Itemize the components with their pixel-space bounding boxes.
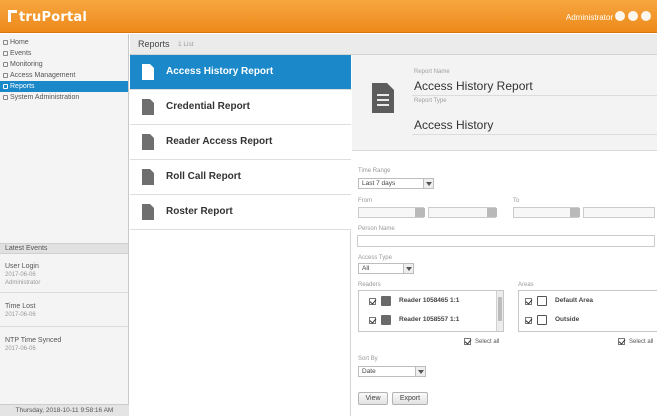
event-item[interactable]: Time Lost 2017-06-06 xyxy=(5,303,36,319)
select-all-readers-label: Select all xyxy=(475,339,500,345)
sidebar-item-reports[interactable]: Reports xyxy=(0,81,128,92)
header-icons xyxy=(615,11,651,21)
report-document-icon xyxy=(372,83,394,113)
access-type-label: Access Type xyxy=(358,255,392,261)
document-icon xyxy=(142,134,154,150)
events-icon xyxy=(3,51,8,56)
view-button[interactable]: View xyxy=(358,392,388,405)
list-item[interactable]: Default Area xyxy=(519,293,657,309)
document-icon xyxy=(142,99,154,115)
sidebar-item-home[interactable]: Home xyxy=(0,37,128,48)
calendar-icon[interactable] xyxy=(570,208,580,217)
reader-checkbox[interactable] xyxy=(369,317,376,324)
event-divider xyxy=(0,326,128,327)
access-type-select[interactable]: All xyxy=(358,263,414,274)
area-icon xyxy=(537,315,547,325)
time-range-select[interactable]: Last 7 days xyxy=(358,178,434,189)
home-icon xyxy=(3,40,8,45)
event-divider xyxy=(0,292,128,293)
area-checkbox[interactable] xyxy=(525,298,532,305)
page-subtitle: 1 List xyxy=(178,41,194,48)
reader-icon xyxy=(381,296,391,306)
status-timestamp: Thursday, 2018-10-11 9:58:16 AM xyxy=(0,404,129,416)
sidebar: Home Events Monitoring Access Management… xyxy=(0,34,129,416)
readers-list: Reader 1058465 1:1 Reader 1058557 1:1 xyxy=(358,290,504,332)
list-item[interactable]: Reader 1058465 1:1 xyxy=(359,293,503,309)
select-all-areas-checkbox[interactable] xyxy=(618,338,625,345)
chevron-down-icon xyxy=(415,367,425,376)
clock-icon[interactable] xyxy=(487,208,497,217)
areas-label: Areas xyxy=(518,282,534,288)
report-item-reader-access[interactable]: Reader Access Report xyxy=(130,125,351,160)
sidebar-item-system-administration[interactable]: System Administration xyxy=(0,92,128,103)
list-item[interactable]: Reader 1058557 1:1 xyxy=(359,312,503,328)
from-label: From xyxy=(358,198,372,204)
current-user[interactable]: Administrator xyxy=(566,13,613,22)
report-type-label: Report Type xyxy=(414,98,447,104)
to-label: To xyxy=(513,198,520,204)
document-icon xyxy=(142,64,154,80)
reports-toolbar: Reports 1 List xyxy=(130,34,657,55)
readers-scrollbar[interactable] xyxy=(496,291,503,331)
export-button[interactable]: Export xyxy=(392,392,428,405)
event-item[interactable]: NTP Time Synced 2017-06-06 xyxy=(5,337,61,353)
document-icon xyxy=(142,204,154,220)
calendar-icon[interactable] xyxy=(415,208,425,217)
system-icon xyxy=(3,95,8,100)
to-time-input[interactable] xyxy=(583,207,655,218)
chevron-down-icon xyxy=(423,179,433,188)
app-header: truPortal Administrator xyxy=(0,0,657,33)
list-item[interactable]: Outside xyxy=(519,312,657,328)
reports-icon xyxy=(3,84,8,89)
report-type-value: Access History xyxy=(414,118,494,132)
report-name-label: Report Name xyxy=(414,69,450,75)
access-icon xyxy=(3,73,8,78)
event-item[interactable]: User Login 2017-06-06 Administrator xyxy=(5,263,40,287)
person-name-input[interactable] xyxy=(357,235,655,247)
area-checkbox[interactable] xyxy=(525,317,532,324)
sidebar-nav: Home Events Monitoring Access Management… xyxy=(0,34,128,103)
report-item-roster[interactable]: Roster Report xyxy=(130,195,351,230)
sidebar-item-monitoring[interactable]: Monitoring xyxy=(0,59,128,70)
monitoring-icon xyxy=(3,62,8,67)
time-range-label: Time Range xyxy=(358,168,391,174)
reader-icon xyxy=(381,315,391,325)
from-time-input[interactable] xyxy=(428,207,496,218)
areas-list: Default Area Outside xyxy=(518,290,657,332)
sidebar-item-access-management[interactable]: Access Management xyxy=(0,70,128,81)
select-all-areas-label: Select all xyxy=(629,339,654,345)
sort-by-label: Sort By xyxy=(358,356,378,362)
reader-checkbox[interactable] xyxy=(369,298,376,305)
report-list: Access History Report Credential Report … xyxy=(130,55,351,416)
sort-by-select[interactable]: Date xyxy=(358,366,426,377)
report-summary: Report Name Access History Report Report… xyxy=(352,55,657,151)
document-icon xyxy=(142,169,154,185)
report-detail: Report Name Access History Report Report… xyxy=(352,55,657,416)
readers-label: Readers xyxy=(358,282,381,288)
sidebar-item-events[interactable]: Events xyxy=(0,48,128,59)
report-name-field[interactable]: Access History Report xyxy=(414,79,533,93)
settings-icon[interactable] xyxy=(641,11,651,21)
report-item-credential[interactable]: Credential Report xyxy=(130,90,351,125)
report-item-access-history[interactable]: Access History Report xyxy=(130,55,351,90)
user-icon[interactable] xyxy=(615,11,625,21)
report-item-roll-call[interactable]: Roll Call Report xyxy=(130,160,351,195)
select-all-readers-checkbox[interactable] xyxy=(464,338,471,345)
page-title: Reports xyxy=(138,39,170,49)
person-name-label: Person Name xyxy=(358,226,395,232)
chevron-down-icon xyxy=(403,264,413,273)
area-icon xyxy=(537,296,547,306)
help-icon[interactable] xyxy=(628,11,638,21)
app-logo: truPortal xyxy=(8,10,87,25)
latest-events-header: Latest Events xyxy=(0,243,128,254)
